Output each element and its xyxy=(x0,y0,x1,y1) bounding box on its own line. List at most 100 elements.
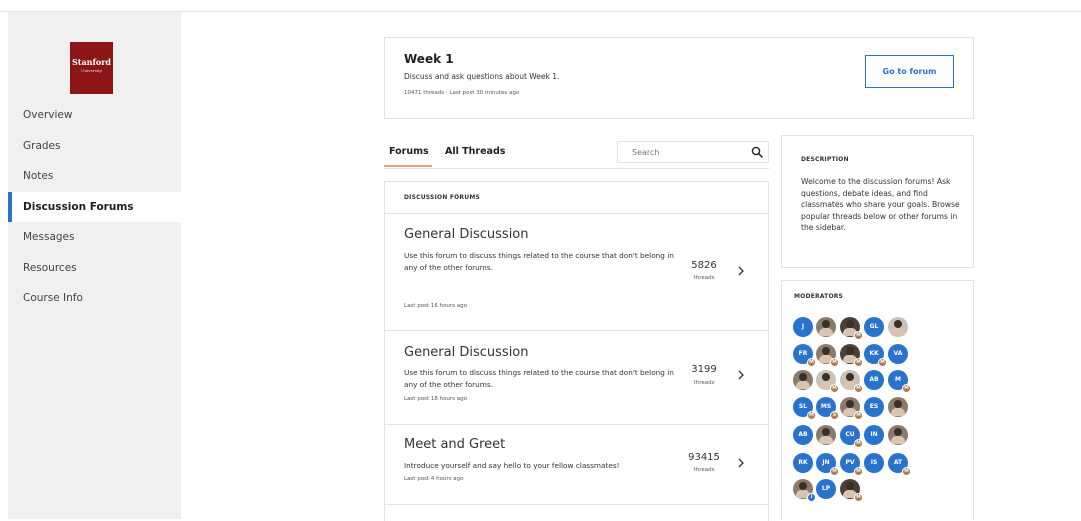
search-box xyxy=(617,141,769,163)
moderator-avatar[interactable]: MS S xyxy=(816,397,839,420)
forum-title: General Discussion xyxy=(404,345,529,360)
sidebar: Stanford University Overview Grades Note… xyxy=(8,12,181,519)
moderator-badge: M xyxy=(807,358,816,367)
forum-description: Use this forum to discuss things related… xyxy=(404,368,674,389)
description-heading: DESCRIPTION xyxy=(801,156,849,163)
week-description: Discuss and ask questions about Week 1. xyxy=(404,72,560,81)
moderator-badge: M xyxy=(902,384,911,393)
moderator-initials: SL xyxy=(798,403,808,410)
forum-thread-count: 3199 xyxy=(691,364,717,375)
moderator-badge: M xyxy=(854,358,863,367)
moderator-avatar[interactable]: IS xyxy=(864,453,884,473)
logo-line-1: Stanford xyxy=(71,57,112,67)
moderator-initials: GL xyxy=(869,323,879,330)
moderator-avatar[interactable]: JN M xyxy=(816,453,839,476)
forum-row[interactable]: General Discussion Use this forum to dis… xyxy=(385,331,768,425)
moderator-avatar[interactable]: M xyxy=(840,317,863,340)
moderator-avatar[interactable]: J xyxy=(793,317,813,337)
moderator-avatar[interactable] xyxy=(793,370,813,390)
week-meta: 10471 threads · Last post 30 minutes ago xyxy=(404,90,520,96)
moderator-badge: M xyxy=(878,358,887,367)
forum-thread-count: 5826 xyxy=(691,260,717,271)
moderator-avatar[interactable]: M xyxy=(840,370,863,393)
moderator-avatar[interactable]: MM xyxy=(888,370,911,393)
moderator-initials: FR xyxy=(798,350,808,357)
moderator-avatar[interactable]: VA xyxy=(888,344,908,364)
forum-last-post: Last post 4 hours ago xyxy=(404,476,464,482)
forum-tabs: Forums All Threads xyxy=(384,140,769,169)
moderator-avatar[interactable]: FR M xyxy=(793,344,816,367)
moderator-initials: ES xyxy=(869,403,879,410)
moderator-avatar[interactable]: CU M xyxy=(840,425,863,448)
moderator-avatar[interactable] xyxy=(816,317,836,337)
moderator-avatar[interactable] xyxy=(888,317,908,337)
moderator-initials: JN xyxy=(822,459,830,466)
moderator-initials: KK xyxy=(869,350,879,357)
sidebar-item-notes[interactable]: Notes xyxy=(8,161,181,192)
moderator-avatar[interactable]: RK xyxy=(793,453,813,473)
sidebar-item-overview[interactable]: Overview xyxy=(8,100,181,131)
forum-list-heading: DISCUSSION FORUMS xyxy=(385,182,768,214)
moderator-avatar[interactable]: M xyxy=(816,344,839,367)
university-logo[interactable]: Stanford University xyxy=(70,42,113,94)
forum-title: Meet and Greet xyxy=(404,437,506,452)
moderator-avatar[interactable]: AB xyxy=(864,370,884,390)
tab-forums[interactable]: Forums xyxy=(384,146,432,167)
moderator-avatar[interactable]: M xyxy=(840,397,863,420)
moderator-initials: M xyxy=(895,376,901,383)
chevron-right-icon xyxy=(738,458,744,468)
sidebar-item-discussion-forums[interactable]: Discussion Forums xyxy=(8,191,181,222)
moderator-avatar[interactable]: I xyxy=(793,479,816,502)
moderator-badge: M xyxy=(854,331,863,340)
moderator-badge: M xyxy=(854,439,863,448)
sidebar-item-course-info[interactable]: Course Info xyxy=(8,283,181,314)
moderator-initials: AB xyxy=(869,376,879,383)
tab-all-threads[interactable]: All Threads xyxy=(445,146,505,157)
forum-description: Introduce yourself and say hello to your… xyxy=(404,461,620,470)
moderator-badge: M xyxy=(854,493,863,502)
moderator-badge: S xyxy=(830,411,839,420)
week-card: Week 1 Discuss and ask questions about W… xyxy=(384,37,974,119)
forum-title: General Discussion xyxy=(404,227,529,242)
search-input[interactable] xyxy=(618,142,748,162)
moderator-avatar[interactable]: M xyxy=(840,479,863,502)
moderators-heading: MODERATORS xyxy=(794,293,844,300)
sidebar-item-grades[interactable]: Grades xyxy=(8,131,181,162)
moderator-avatar[interactable]: ES xyxy=(864,397,884,417)
moderator-initials: VA xyxy=(893,350,903,357)
sidebar-item-messages[interactable]: Messages xyxy=(8,222,181,253)
moderator-avatar[interactable] xyxy=(888,425,908,445)
forum-thread-unit: threads xyxy=(693,467,715,473)
sidebar-item-resources[interactable]: Resources xyxy=(8,253,181,284)
forum-list: DISCUSSION FORUMS General Discussion Use… xyxy=(384,181,769,521)
moderator-avatar[interactable]: M xyxy=(840,344,863,367)
moderator-avatar[interactable] xyxy=(816,425,836,445)
moderator-avatar[interactable] xyxy=(888,397,908,417)
moderator-badge: M xyxy=(854,384,863,393)
moderator-avatar[interactable]: PV M xyxy=(840,453,863,476)
forum-description: Use this forum to discuss things related… xyxy=(404,251,674,272)
moderator-avatar[interactable]: AT M xyxy=(888,453,911,476)
forum-thread-unit: threads xyxy=(693,275,715,281)
forum-row[interactable]: General Discussion Use this forum to dis… xyxy=(385,214,768,331)
moderator-initials: PV xyxy=(845,459,855,466)
go-to-forum-button[interactable]: Go to forum xyxy=(865,55,954,88)
moderator-initials: MS xyxy=(820,403,832,410)
forum-thread-unit: threads xyxy=(693,380,715,386)
forum-last-post: Last post 18 hours ago xyxy=(404,396,468,402)
search-icon[interactable] xyxy=(751,146,763,158)
moderator-avatar[interactable]: IN xyxy=(864,425,884,445)
moderator-avatar[interactable]: LP xyxy=(816,479,836,499)
description-panel: DESCRIPTION Welcome to the discussion fo… xyxy=(781,135,974,268)
moderator-avatar[interactable]: GL xyxy=(864,317,884,337)
moderator-initials: J xyxy=(801,323,805,330)
week-title: Week 1 xyxy=(404,52,454,66)
moderator-avatar[interactable]: KK M xyxy=(864,344,887,367)
moderator-badge: I xyxy=(807,493,816,502)
moderator-initials: CU xyxy=(845,431,855,438)
forum-row[interactable]: Meet and Greet Introduce yourself and sa… xyxy=(385,425,768,505)
moderator-avatar[interactable]: SL M xyxy=(793,397,816,420)
description-text: Welcome to the discussion forums! Ask qu… xyxy=(801,177,960,233)
moderator-avatar[interactable]: M xyxy=(816,370,839,393)
moderator-avatar[interactable]: AB xyxy=(793,425,813,445)
